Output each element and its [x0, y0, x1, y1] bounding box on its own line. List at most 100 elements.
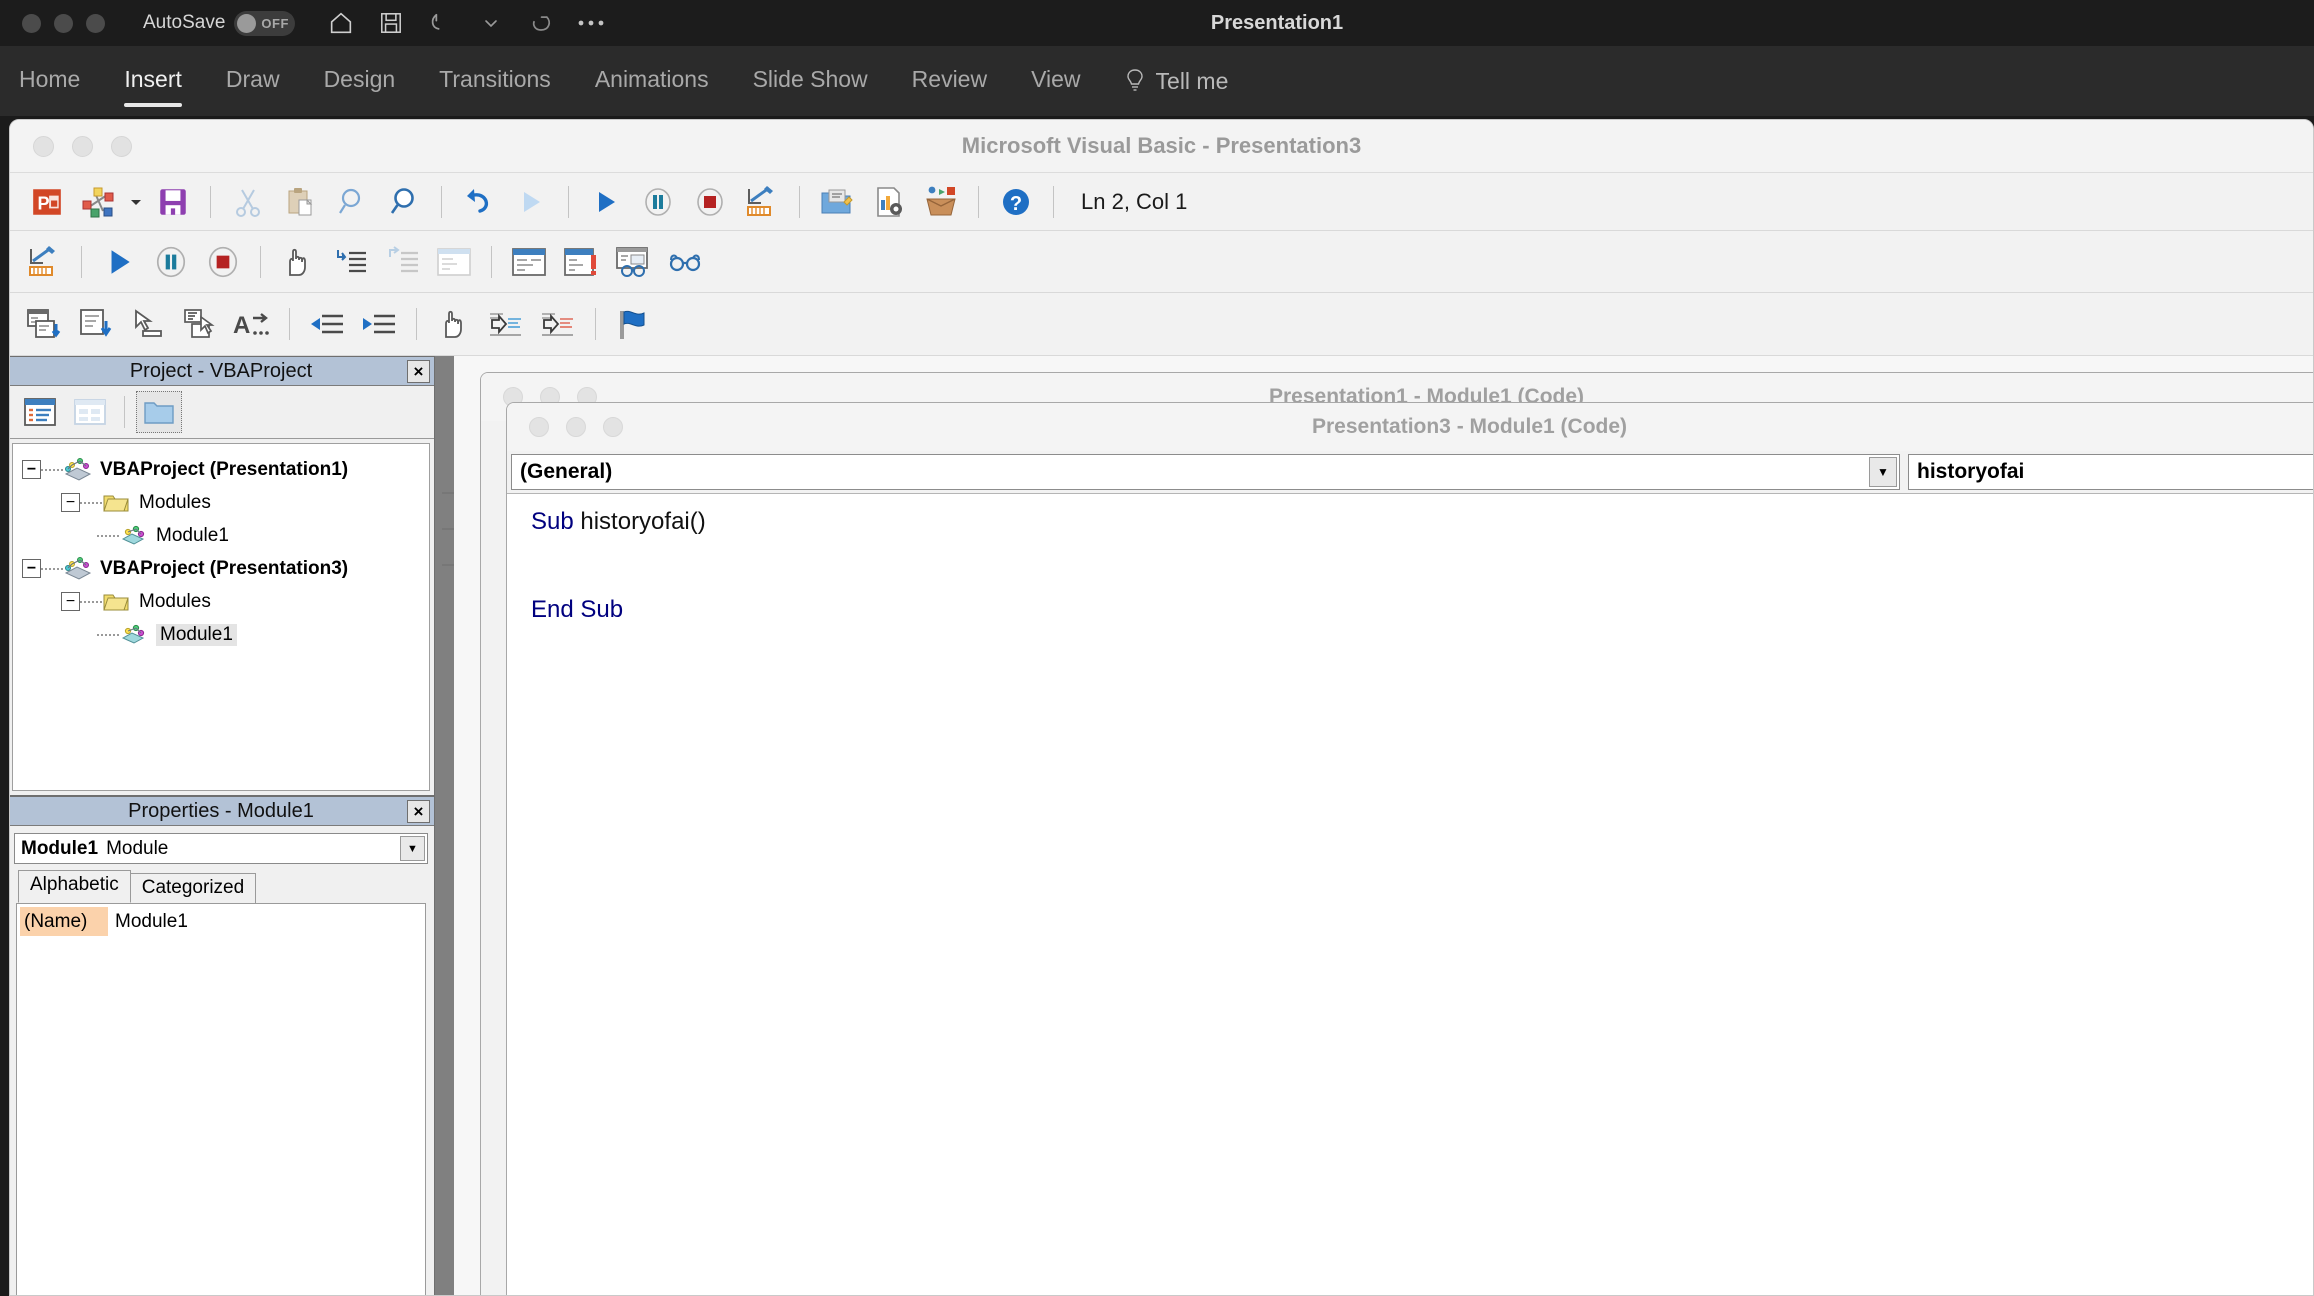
chevron-down-icon[interactable]: [477, 9, 505, 37]
close-icon[interactable]: ×: [407, 800, 430, 823]
project-tree[interactable]: − VBAProject (Presentation1) −: [12, 443, 430, 791]
tree-item-project-presentation1[interactable]: − VBAProject (Presentation1): [13, 453, 429, 486]
object-combobox[interactable]: (General) ▼: [511, 454, 1900, 490]
toggle-breakpoint-icon[interactable]: [272, 238, 324, 286]
toolbar-separator: [260, 246, 261, 278]
toolbar-separator: [595, 308, 596, 340]
expander-icon[interactable]: −: [61, 592, 80, 611]
view-code-icon[interactable]: [17, 391, 63, 433]
tab-insert[interactable]: Insert: [124, 66, 182, 97]
parameter-info-icon[interactable]: [174, 300, 226, 348]
run-icon[interactable]: [93, 238, 145, 286]
toggle-breakpoint-icon[interactable]: [428, 300, 480, 348]
tab-design[interactable]: Design: [324, 66, 396, 97]
autosave-toggle[interactable]: AutoSave OFF: [143, 11, 295, 36]
save-icon[interactable]: [377, 9, 405, 37]
toolbar-separator: [1053, 186, 1054, 218]
step-into-icon[interactable]: [324, 238, 376, 286]
tab-slide-show[interactable]: Slide Show: [753, 66, 868, 97]
toggle-bookmark-icon[interactable]: [607, 300, 659, 348]
properties-grid[interactable]: (Name) Module1: [16, 903, 426, 1296]
watch-window-icon[interactable]: [607, 238, 659, 286]
tree-item-module1-2[interactable]: Module1: [13, 618, 429, 651]
property-value[interactable]: Module1: [108, 911, 188, 933]
tab-review[interactable]: Review: [912, 66, 987, 97]
powerpoint-view-icon[interactable]: P ■: [21, 178, 73, 226]
quick-info-icon[interactable]: [122, 300, 174, 348]
properties-object-selector[interactable]: Module1 Module ▼: [14, 833, 428, 864]
tree-item-module1-1[interactable]: Module1: [13, 519, 429, 552]
chevron-down-icon[interactable]: ▼: [1869, 457, 1897, 487]
quick-access-toolbar[interactable]: [327, 9, 605, 37]
code-keyword: End Sub: [531, 596, 623, 623]
code-window-presentation3[interactable]: Presentation3 - Module1 (Code) (General)…: [506, 402, 2314, 1296]
autosave-switch[interactable]: OFF: [234, 11, 295, 36]
property-row-name[interactable]: (Name) Module1: [20, 907, 422, 936]
tab-animations[interactable]: Animations: [595, 66, 709, 97]
close-icon[interactable]: ×: [407, 360, 430, 383]
tab-view[interactable]: View: [1031, 66, 1080, 97]
undo-icon[interactable]: [453, 178, 505, 226]
toggle-folders-icon[interactable]: [136, 391, 182, 433]
list-properties-icon[interactable]: [18, 300, 70, 348]
expander-icon[interactable]: −: [61, 493, 80, 512]
properties-caption: Properties - Module1 ×: [9, 797, 434, 826]
immediate-window-icon[interactable]: [555, 238, 607, 286]
design-mode-icon[interactable]: [736, 178, 788, 226]
redo-icon[interactable]: [527, 9, 555, 37]
run-icon[interactable]: [580, 178, 632, 226]
tree-item-modules-1[interactable]: − Modules: [13, 486, 429, 519]
locals-window-icon[interactable]: [503, 238, 555, 286]
reset-icon[interactable]: [197, 238, 249, 286]
undo-icon[interactable]: [427, 9, 455, 37]
code-editor[interactable]: Sub historyofai() End Sub: [507, 493, 2314, 1296]
vbe-debug-toolbar: [10, 231, 2313, 293]
stop-icon[interactable]: [684, 178, 736, 226]
chevron-down-icon[interactable]: ▼: [400, 836, 425, 861]
tab-home[interactable]: Home: [19, 66, 80, 97]
find-icon[interactable]: [326, 178, 378, 226]
tab-draw[interactable]: Draw: [226, 66, 280, 97]
maximize-window-button[interactable]: [86, 14, 105, 33]
help-icon[interactable]: ?: [990, 178, 1042, 226]
cut-icon[interactable]: [222, 178, 274, 226]
expander-icon[interactable]: −: [22, 559, 41, 578]
tree-item-modules-2[interactable]: − Modules: [13, 585, 429, 618]
pause-icon[interactable]: [632, 178, 684, 226]
outdent-icon[interactable]: [353, 300, 405, 348]
module-icon: [119, 622, 149, 648]
home-icon[interactable]: [327, 9, 355, 37]
tab-alphabetic[interactable]: Alphabetic: [18, 870, 131, 903]
insert-object-icon[interactable]: [73, 178, 125, 226]
break-icon[interactable]: [145, 238, 197, 286]
save-icon[interactable]: [147, 178, 199, 226]
tell-me-search[interactable]: Tell me: [1125, 68, 1229, 95]
complete-word-icon[interactable]: A: [226, 300, 278, 348]
project-explorer-icon[interactable]: [811, 178, 863, 226]
mdi-client-area: Presentation1 - Module1 (Code) Presentat…: [438, 356, 2313, 1295]
tab-categorized[interactable]: Categorized: [130, 873, 256, 903]
minimize-window-button[interactable]: [54, 14, 73, 33]
view-object-icon[interactable]: [67, 391, 113, 433]
indent-icon[interactable]: [301, 300, 353, 348]
properties-window-icon[interactable]: [863, 178, 915, 226]
tree-item-project-presentation3[interactable]: − VBAProject (Presentation3): [13, 552, 429, 585]
find-next-icon[interactable]: [378, 178, 430, 226]
folder-icon: [102, 589, 132, 615]
tab-transitions[interactable]: Transitions: [439, 66, 551, 97]
object-browser-icon[interactable]: [915, 178, 967, 226]
quick-watch-icon[interactable]: [659, 238, 711, 286]
procedure-combobox[interactable]: historyofai: [1908, 454, 2314, 490]
expander-icon[interactable]: −: [22, 460, 41, 479]
uncomment-block-icon[interactable]: [532, 300, 584, 348]
svg-text:A: A: [233, 312, 250, 339]
comment-block-icon[interactable]: [480, 300, 532, 348]
svg-text:P: P: [37, 193, 49, 213]
paste-icon[interactable]: [274, 178, 326, 226]
more-icon[interactable]: [577, 9, 605, 37]
list-constants-icon[interactable]: [70, 300, 122, 348]
design-mode-icon[interactable]: [18, 238, 70, 286]
insert-object-dropdown-icon[interactable]: [125, 178, 147, 226]
window-traffic-lights[interactable]: [22, 14, 105, 33]
close-window-button[interactable]: [22, 14, 41, 33]
